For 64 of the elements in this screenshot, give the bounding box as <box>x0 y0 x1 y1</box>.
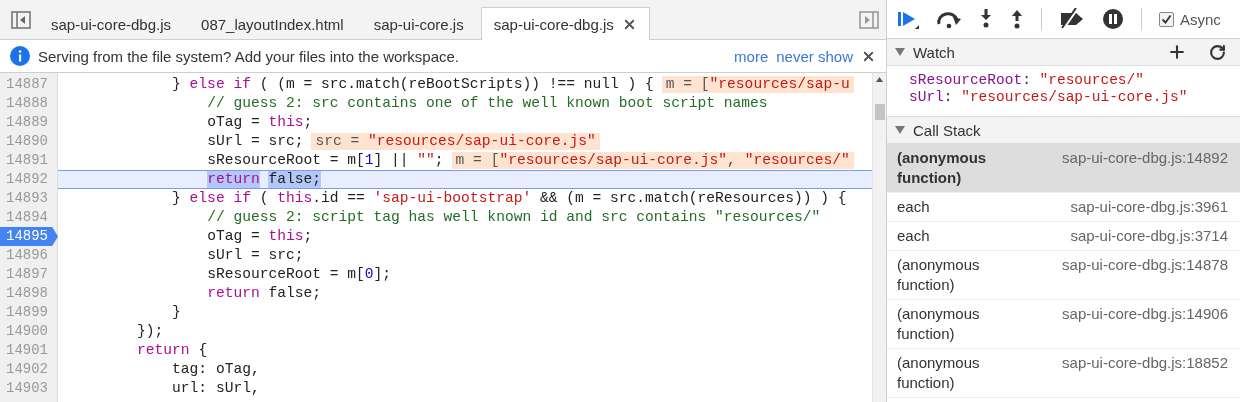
scrollbar-thumb[interactable] <box>874 104 885 120</box>
refresh-icon[interactable] <box>1209 43 1226 61</box>
code-line: return false; <box>206 284 322 303</box>
scrollbar[interactable] <box>872 73 886 402</box>
line-number[interactable]: 14900 <box>0 322 58 341</box>
line-number[interactable]: 14897 <box>0 265 58 284</box>
info-icon <box>10 46 30 66</box>
caret-icon[interactable] <box>895 126 905 134</box>
checkmark-icon <box>1161 13 1172 25</box>
code-line: oTag = this; <box>206 113 314 132</box>
caret-icon[interactable] <box>895 48 905 56</box>
file-tab[interactable]: sap-ui-core-dbg.js <box>38 7 185 40</box>
line-number[interactable]: 14898 <box>0 284 58 303</box>
section-header[interactable]: Watch <box>887 39 1240 66</box>
breakpoint-marker[interactable]: 14895 <box>0 227 58 246</box>
step-into-icon[interactable] <box>979 8 993 30</box>
code-line: url: sUrl, <box>171 379 261 398</box>
line-number[interactable]: 14888 <box>0 94 58 113</box>
line-number[interactable]: 14894 <box>0 208 58 227</box>
line-number[interactable]: 14903 <box>0 379 58 398</box>
code-line: sUrl = src; <box>206 246 305 265</box>
step-out-icon[interactable] <box>1010 8 1024 30</box>
section-header[interactable]: Call Stack <box>887 117 1240 144</box>
file-tab[interactable]: sap-ui-core-dbg.js <box>480 7 650 40</box>
scroll-up-icon[interactable] <box>876 77 883 82</box>
code-line: } else if ( (m = src.match(reBootScripts)) !== null ) { m = ["resources/sap-u <box>58 75 872 94</box>
code-line: oTag = this; <box>206 227 314 246</box>
toggle-navigator-button[interactable] <box>10 9 32 31</box>
code-line: // guess 2: src contains one of the well known boot script names <box>206 94 769 113</box>
line-number[interactable]: 14902 <box>0 360 58 379</box>
info-link[interactable]: more <box>734 47 769 65</box>
code-line: sUrl = src; src = "resources/sap-ui-core.js" <box>58 132 872 151</box>
inline-value: src = "resources/sap-ui-core.js" <box>311 133 600 150</box>
call-stack-frame[interactable]: (anonymous function) sap-ui-core-dbg.js:14892 <box>887 144 1240 193</box>
toggle-debugger-button[interactable] <box>858 9 880 31</box>
line-number[interactable]: 14891 <box>0 151 58 170</box>
info-link[interactable]: never show <box>776 47 853 65</box>
code-line: } else if ( this.id == 'sap-ui-bootstrap' && (m = src.match(reResources)) ) { <box>171 189 848 208</box>
code-line: }); <box>136 322 165 341</box>
watch-expression: sUrl: "resources/sap-ui-core.js" <box>909 89 1189 106</box>
code-line: sResourceRoot = m[1] || ""; m = ["resources/sap-ui-core.js", "resources/" <box>58 151 872 170</box>
line-number[interactable]: 14893 <box>0 189 58 208</box>
file-tab[interactable]: sap-ui-core.js <box>360 7 477 40</box>
file-tab[interactable]: 087_layoutIndex.html <box>188 7 357 40</box>
line-number[interactable]: 14896 <box>0 246 58 265</box>
deactivate-breakpoints-icon[interactable] <box>1059 8 1085 30</box>
code-line: } <box>171 303 182 322</box>
watch-expression: sResourceRoot: "resources/" <box>909 72 1145 89</box>
line-number[interactable]: 14892 <box>0 170 58 189</box>
add-icon[interactable] <box>1167 42 1187 62</box>
pause-icon[interactable] <box>1102 8 1124 30</box>
code-line: tag: oTag, <box>171 360 261 379</box>
inline-value: m = ["resources/sap-u <box>661 76 854 93</box>
inline-value: m = ["resources/sap-ui-core.js", "resources/" <box>451 152 854 169</box>
async-checkbox[interactable]: Async <box>1159 10 1221 28</box>
line-number[interactable]: 14887 <box>0 75 58 94</box>
line-number[interactable]: 14890 <box>0 132 58 151</box>
code-line: return { <box>136 341 209 360</box>
info-message: Serving from the file system? Add your files into the workspace. <box>38 47 461 65</box>
line-number[interactable]: 14889 <box>0 113 58 132</box>
line-number[interactable]: 14901 <box>0 341 58 360</box>
code-line: sResourceRoot = m[0]; <box>206 265 393 284</box>
code-line: // guess 2: script tag has well known id and src contains "resources/" <box>206 208 822 227</box>
line-number[interactable]: 14899 <box>0 303 58 322</box>
